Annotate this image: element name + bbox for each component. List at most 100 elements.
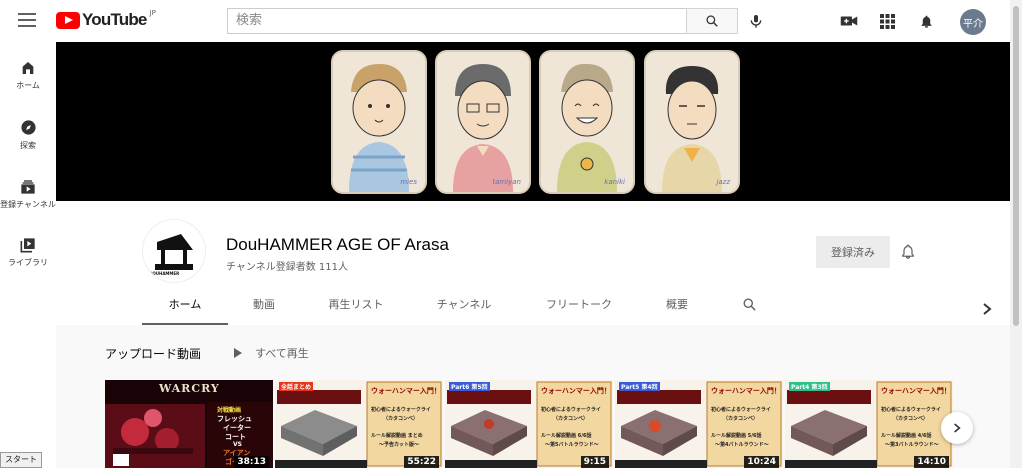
tab-channels[interactable]: チャンネル bbox=[412, 289, 516, 325]
video-thumbnail[interactable]: 全話まとめ ウォーハンマー入門！ 初心者によるウォークライ （カタコンベ） ルー… bbox=[275, 380, 443, 468]
video-camera-icon bbox=[840, 16, 858, 26]
top-bar: YouTube JP 検索 平介 bbox=[0, 0, 1022, 42]
sidebar-item-label: 探索 bbox=[20, 141, 36, 150]
notification-bell-button[interactable] bbox=[900, 243, 916, 264]
thumbnail-subtitle: （カタコンベ） bbox=[553, 416, 589, 422]
search-button[interactable] bbox=[686, 8, 738, 34]
sidebar-item-home[interactable]: ホーム bbox=[0, 60, 56, 91]
thumbnail-subtitle: （カタコンベ） bbox=[893, 416, 929, 422]
create-video-button[interactable] bbox=[838, 10, 860, 32]
portrait-signature: tamiyan bbox=[492, 178, 521, 186]
thumbnail-tag: 全話まとめ bbox=[279, 382, 314, 391]
thumbnail-subtitle: （カタコンベ） bbox=[723, 416, 759, 422]
thumbnail-episode-sub: ～第5バトルラウンド～ bbox=[545, 442, 599, 448]
sidebar-item-subscriptions[interactable]: 登録チャンネル bbox=[0, 179, 56, 210]
scrollbar-thumb[interactable] bbox=[1013, 6, 1019, 326]
thumbnail-caption: 対戦動画 bbox=[217, 407, 242, 414]
country-code: JP bbox=[149, 9, 156, 17]
apps-button[interactable] bbox=[876, 10, 898, 32]
search-icon bbox=[743, 298, 756, 311]
voice-search-button[interactable] bbox=[745, 10, 767, 32]
menu-icon[interactable] bbox=[18, 13, 36, 27]
portrait-signature: jazz bbox=[716, 178, 730, 186]
video-duration: 10:24 bbox=[744, 456, 779, 468]
chevron-right-icon bbox=[983, 303, 992, 315]
tab-videos[interactable]: 動画 bbox=[228, 289, 300, 325]
video-thumbnail[interactable]: WARCRY 対戦動画 フレッシュ イーター コート VS アイアン ゴーレム … bbox=[105, 380, 273, 468]
thumbnail-title: ウォーハンマー入門！ bbox=[541, 387, 611, 395]
thumbnail-subtitle: （カタコンベ） bbox=[383, 416, 419, 422]
play-icon bbox=[234, 348, 242, 358]
tab-home[interactable]: ホーム bbox=[142, 289, 228, 325]
thumbnail-tag: Part4 第3回 bbox=[789, 382, 830, 391]
shelf-next-button[interactable] bbox=[941, 412, 973, 444]
account-avatar[interactable]: 平介 bbox=[960, 9, 986, 35]
video-duration: 14:10 bbox=[914, 456, 949, 468]
bell-icon bbox=[921, 15, 931, 28]
subscriber-count: チャンネル登録者数 111人 bbox=[226, 262, 348, 273]
thumbnail-subtitle: 初心者によるウォークライ bbox=[711, 407, 771, 413]
bell-outline-icon bbox=[902, 244, 914, 259]
sidebar-item-explore[interactable]: 探索 bbox=[0, 119, 56, 151]
thumbnail-tag: Part5 第4回 bbox=[619, 382, 660, 391]
video-duration: 9:15 bbox=[580, 456, 609, 468]
thumbnail-caption: VS bbox=[233, 441, 242, 448]
video-thumbnail[interactable]: Part5 第4回 ウォーハンマー入門！ 初心者によるウォークライ （カタコンベ… bbox=[615, 380, 783, 468]
sidebar-item-library[interactable]: ライブラリ bbox=[0, 237, 56, 268]
channel-avatar[interactable]: DOUHAMMER bbox=[142, 219, 206, 283]
channel-avatar-text: DOUHAMMER bbox=[149, 271, 180, 276]
portrait-signature: mies bbox=[400, 178, 417, 186]
youtube-logo[interactable]: YouTube JP bbox=[56, 9, 156, 30]
thumbnail-episode-sub: ～予告カット版～ bbox=[379, 442, 420, 448]
tab-free-talk[interactable]: フリートーク bbox=[516, 289, 642, 325]
page-scrollbar[interactable] bbox=[1010, 0, 1022, 468]
video-duration: 55:22 bbox=[404, 456, 439, 468]
thumbnail-episode: ルール解説動画 6/6話 bbox=[541, 433, 592, 439]
portrait-illustration bbox=[662, 66, 722, 192]
thumbnail-title: ウォーハンマー入門！ bbox=[371, 387, 441, 395]
video-thumbnail[interactable]: Part4 第3回 ウォーハンマー入門！ 初心者によるウォークライ （カタコンベ… bbox=[785, 380, 953, 468]
notifications-button[interactable] bbox=[915, 10, 937, 32]
banner-portrait: jazz bbox=[644, 50, 740, 194]
sidebar-item-label: ライブラリ bbox=[8, 258, 48, 267]
portrait-illustration bbox=[453, 64, 513, 192]
channel-search-button[interactable] bbox=[742, 297, 757, 316]
apps-grid-icon bbox=[879, 13, 895, 29]
tabs-scroll-right-button[interactable] bbox=[982, 300, 992, 319]
microphone-icon bbox=[750, 15, 762, 28]
banner-portrait: kaniki bbox=[539, 50, 635, 194]
home-icon bbox=[22, 62, 34, 74]
thumbnail-subtitle: 初心者によるウォークライ bbox=[541, 407, 601, 413]
thumbnail-episode: ルール解説動画 5/6話 bbox=[711, 433, 762, 439]
channel-tabs: ホーム 動画 再生リスト チャンネル フリートーク 概要 bbox=[142, 289, 712, 325]
banner-portrait: mies bbox=[331, 50, 427, 194]
thumbnail-episode: ルール解説動画 まとめ bbox=[371, 433, 423, 439]
video-thumbnail[interactable]: Part6 第5回 ウォーハンマー入門！ 初心者によるウォークライ （カタコンベ… bbox=[445, 380, 613, 468]
subscriptions-icon bbox=[21, 180, 35, 194]
thumbnail-episode-sub: ～第3バトルラウンド～ bbox=[885, 442, 939, 448]
sidebar-item-label: ホーム bbox=[16, 81, 40, 90]
portrait-illustration bbox=[557, 63, 617, 192]
sidebar-item-label: 登録チャンネル bbox=[0, 200, 56, 209]
play-all-label: すべて再生 bbox=[255, 347, 309, 360]
library-icon bbox=[20, 238, 35, 253]
sidebar: ホーム 探索 登録チャンネル ライブラリ bbox=[0, 42, 56, 468]
thumbnail-subtitle: 初心者によるウォークライ bbox=[881, 407, 941, 413]
portrait-signature: kaniki bbox=[604, 178, 625, 186]
thumbnail-episode-sub: ～第4バトルラウンド～ bbox=[715, 442, 769, 448]
play-all-button[interactable]: すべて再生 bbox=[234, 345, 309, 361]
compass-icon bbox=[20, 120, 36, 135]
tab-about[interactable]: 概要 bbox=[642, 289, 712, 325]
youtube-play-icon bbox=[56, 11, 80, 29]
thumbnail-episode: ルール解説動画 4/6話 bbox=[881, 433, 932, 439]
video-duration: 38:13 bbox=[234, 456, 269, 468]
thumbnail-title: ウォーハンマー入門！ bbox=[711, 387, 781, 395]
thumbnail-logo-text: WARCRY bbox=[159, 382, 220, 395]
uploads-section-title[interactable]: アップロード動画 bbox=[105, 345, 201, 362]
subscribed-button[interactable]: 登録済み bbox=[816, 236, 890, 268]
start-tooltip: スタート bbox=[0, 452, 42, 468]
channel-name: DouHAMMER AGE OF Arasa bbox=[226, 235, 449, 254]
search-input[interactable]: 検索 bbox=[227, 8, 687, 34]
thumbnail-subtitle: 初心者によるウォークライ bbox=[371, 407, 431, 413]
tab-playlists[interactable]: 再生リスト bbox=[300, 289, 412, 325]
